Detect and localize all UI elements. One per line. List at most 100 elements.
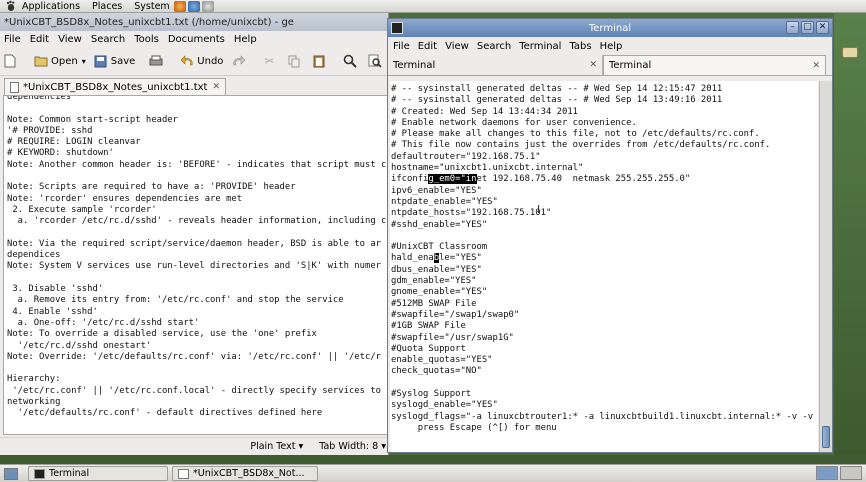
terminal-screen[interactable]: # -- sysinstall generated deltas -- # We… [390, 81, 818, 452]
show-desktop-icon[interactable] [4, 467, 18, 480]
terminal-menubar: File Edit View Search Terminal Tabs Help [388, 37, 832, 55]
gedit-tabbar: *UnixCBT_BSD8x_Notes_unixcbt1.txt ✕ [0, 76, 388, 95]
terminal-text: et 192.168.75.40 netmask 255.255.255.0" … [391, 174, 691, 264]
tab-width-selector[interactable]: Tab Width: 8 ▾ [319, 441, 386, 452]
terminal-text: # -- sysinstall generated deltas -- # We… [391, 84, 771, 185]
workspace-2[interactable] [840, 466, 862, 480]
workspace-switcher [814, 466, 862, 480]
gedit-toolbar: Open ▾ Save Undo ✂ [0, 47, 388, 76]
window-buttons: – □ ✕ [784, 21, 829, 34]
open-label: Open [51, 55, 78, 67]
redo-button[interactable] [231, 54, 248, 68]
gedit-statusbar: Plain Text ▾ Tab Width: 8 ▾ [0, 437, 388, 455]
replace-button[interactable] [368, 54, 385, 68]
terminal-menu-view[interactable]: View [445, 41, 469, 52]
terminal-scrollbar[interactable] [819, 81, 832, 452]
cut-button[interactable]: ✂ [262, 54, 279, 68]
terminal-menu-tabs[interactable]: Tabs [569, 41, 591, 52]
close-icon[interactable]: ✕ [816, 21, 829, 34]
terminal-menu-search[interactable]: Search [477, 41, 511, 52]
scrollbar-thumb[interactable] [822, 426, 830, 448]
gedit-menu-help[interactable]: Help [234, 34, 257, 45]
maximize-icon[interactable]: □ [801, 21, 814, 34]
language-selector[interactable]: Plain Text ▾ [250, 441, 303, 452]
terminal-icon [391, 22, 403, 34]
document-tab[interactable]: *UnixCBT_BSD8x_Notes_unixcbt1.txt ✕ [4, 78, 227, 95]
terminal-menu-file[interactable]: File [393, 41, 410, 52]
gedit-menu-tools[interactable]: Tools [134, 34, 159, 45]
help-icon[interactable] [187, 0, 200, 12]
find-replace-icon [368, 54, 382, 68]
terminal-tabbar: Terminal ✕ Terminal ✕ [388, 55, 832, 76]
document-tab-label: *UnixCBT_BSD8x_Notes_unixcbt1.txt [23, 81, 208, 93]
text-file-icon [10, 81, 19, 93]
undo-label: Undo [197, 55, 224, 67]
taskbar-gedit-label: *UnixCBT_BSD8x_Not... [193, 468, 305, 479]
terminal-menu-edit[interactable]: Edit [418, 41, 437, 52]
gedit-menu-file[interactable]: File [4, 34, 21, 45]
undo-button[interactable]: Undo [180, 54, 223, 68]
chevron-down-icon[interactable]: ▾ [82, 57, 86, 66]
workspace-1[interactable] [816, 466, 838, 480]
terminal-titlebar[interactable]: Terminal – □ ✕ [388, 19, 832, 37]
taskbar-gedit[interactable]: *UnixCBT_BSD8x_Not... [172, 466, 318, 481]
folder-icon[interactable] [842, 47, 858, 58]
desktop-background [834, 13, 866, 455]
terminal-output: # -- sysinstall generated deltas -- # We… [390, 84, 818, 434]
web-browser-icon[interactable] [173, 0, 186, 12]
terminal-window: Terminal – □ ✕ File Edit View Search Ter… [387, 18, 833, 453]
text-editor[interactable]: dependencies Note: Common start-script h… [3, 95, 388, 435]
terminal-menu-terminal[interactable]: Terminal [519, 41, 561, 52]
folder-open-icon [34, 54, 48, 68]
text-editor-icon [178, 468, 189, 479]
gedit-menu-documents[interactable]: Documents [168, 34, 225, 45]
new-document-icon [3, 54, 17, 68]
close-icon[interactable]: ✕ [812, 61, 820, 71]
close-icon[interactable]: ✕ [212, 82, 220, 92]
launcher-icon[interactable] [201, 0, 214, 12]
gnome-foot-icon[interactable] [4, 0, 18, 12]
mouse-ibeam-icon: I [537, 203, 541, 216]
terminal-tab-2[interactable]: Terminal ✕ [603, 55, 826, 75]
bottom-panel: Terminal *UnixCBT_BSD8x_Not... [0, 464, 866, 482]
paste-button[interactable] [312, 54, 329, 68]
copy-icon [287, 54, 301, 68]
terminal-icon [34, 468, 45, 479]
gedit-window: *UnixCBT_BSD8x_Notes_unixcbt1.txt (/home… [0, 13, 389, 455]
print-button[interactable] [149, 54, 166, 68]
undo-arrow-icon [180, 54, 194, 68]
scissors-icon: ✂ [264, 54, 275, 68]
menu-places[interactable]: Places [92, 1, 122, 12]
top-panel: Applications Places System [0, 0, 866, 13]
close-icon[interactable]: ✕ [589, 60, 597, 70]
menu-applications[interactable]: Applications [22, 1, 80, 12]
gedit-menu-edit[interactable]: Edit [30, 34, 49, 45]
terminal-text: le="YES" dbus_enable="YES" gdm_enable="Y… [391, 253, 814, 433]
gedit-title[interactable]: *UnixCBT_BSD8x_Notes_unixcbt1.txt (/home… [0, 13, 388, 31]
terminal-tab-label: Terminal [393, 59, 436, 71]
terminal-tab-label: Terminal [609, 60, 652, 71]
terminal-tab-1[interactable]: Terminal ✕ [388, 55, 603, 75]
taskbar-terminal-label: Terminal [49, 468, 90, 479]
search-icon [343, 54, 358, 68]
gedit-menu-search[interactable]: Search [91, 34, 125, 45]
find-button[interactable] [343, 54, 360, 68]
terminal-menu-help[interactable]: Help [600, 41, 623, 52]
taskbar-terminal[interactable]: Terminal [28, 466, 168, 481]
new-button[interactable] [3, 54, 20, 68]
clipboard-icon [312, 54, 326, 68]
save-label: Save [110, 55, 136, 67]
gedit-menubar: File Edit View Search Tools Documents He… [0, 31, 388, 47]
menu-system[interactable]: System [134, 1, 169, 12]
save-icon [94, 54, 108, 68]
text-selection: g_em0="in [428, 174, 477, 185]
terminal-title: Terminal [588, 22, 632, 34]
editor-text: dependencies Note: Common start-script h… [7, 95, 387, 419]
minimize-icon[interactable]: – [786, 21, 799, 34]
print-icon [149, 54, 163, 68]
redo-arrow-icon [231, 54, 245, 68]
gedit-menu-view[interactable]: View [58, 34, 82, 45]
open-button[interactable]: Open ▾ [34, 54, 86, 68]
save-button[interactable]: Save [94, 54, 136, 68]
copy-button[interactable] [287, 54, 304, 68]
